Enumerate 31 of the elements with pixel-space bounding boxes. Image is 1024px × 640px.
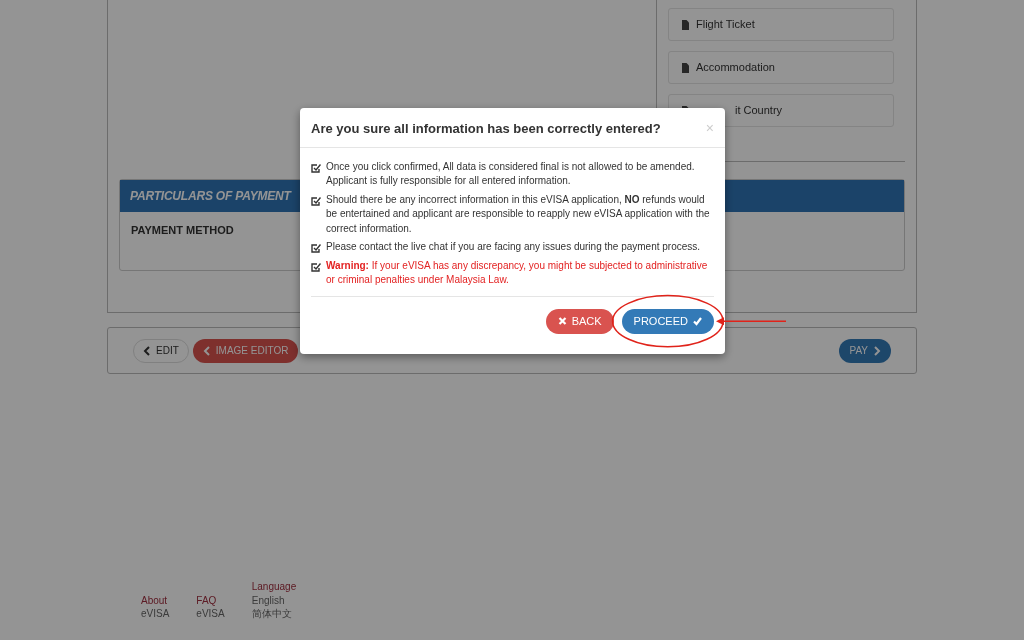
check-icon	[693, 316, 702, 327]
document-label: it Country	[735, 103, 783, 119]
checkbox-icon	[311, 261, 321, 272]
action-button[interactable]: PAY	[839, 338, 891, 363]
dialog-button[interactable]: BACK	[545, 308, 614, 334]
warning-text: Warning: If your eVISA has any discrepancy, you might be subjected to administrative or criminal penalties under Malaysia Law.	[326, 258, 709, 288]
chevron-left-icon	[143, 345, 152, 356]
document-label: Accommodation	[696, 60, 775, 76]
checkbox-icon	[311, 243, 321, 254]
dialog-title: Are you sure all information has been correctly entered?	[311, 121, 661, 137]
checkbox-icon	[311, 162, 321, 173]
notice-text: Please contact the live chat if you are facing any issues during the payment process.	[326, 240, 702, 255]
action-button[interactable]: EDIT	[133, 338, 189, 363]
field-label: PAYMENT METHOD	[130, 223, 235, 238]
action-button[interactable]: IMAGE EDITOR	[192, 338, 299, 363]
dialog-button[interactable]: PROCEED	[621, 308, 714, 334]
checkbox-icon	[311, 195, 321, 206]
chevron-left-icon	[202, 345, 212, 356]
footer-link[interactable]: eVISA	[141, 607, 170, 621]
close-icon	[557, 316, 567, 327]
footer-link[interactable]: 简体中文	[251, 607, 297, 621]
footer-link[interactable]: About	[141, 593, 170, 607]
footer-link[interactable]: English	[251, 593, 297, 607]
document-item[interactable]: Accommodation	[668, 51, 894, 84]
footer-heading: Language	[251, 580, 297, 594]
footer-link[interactable]: FAQ	[196, 593, 225, 607]
annotation-arrow	[716, 317, 787, 326]
chevron-right-icon	[872, 345, 881, 356]
document-item[interactable]: Flight Ticket	[668, 8, 894, 41]
footer-link[interactable]: eVISA	[196, 607, 225, 621]
document-label: Flight Ticket	[696, 17, 755, 33]
